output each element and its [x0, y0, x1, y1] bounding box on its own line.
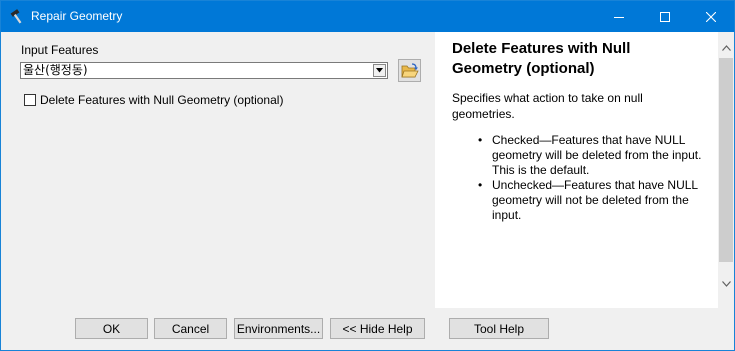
scroll-up-icon[interactable] [718, 42, 734, 54]
repair-geometry-dialog: Repair Geometry Input Features 울산(행정동) D… [0, 0, 735, 351]
list-item: • Unchecked—Features that have NULL geome… [478, 178, 698, 222]
input-features-value: 울산(행정동) [23, 63, 88, 77]
input-features-combobox[interactable]: 울산(행정동) [20, 62, 388, 79]
minimize-icon [614, 16, 624, 18]
help-pane: Delete Features with Null Geometry (opti… [435, 32, 718, 308]
close-icon [706, 11, 716, 22]
help-title: Delete Features with Null Geometry (opti… [452, 40, 631, 77]
help-item-checked: Checked—Features that have NULL geometry… [492, 133, 702, 177]
maximize-icon [660, 11, 670, 22]
hammer-icon [9, 8, 25, 24]
delete-null-label[interactable]: Delete Features with Null Geometry (opti… [40, 93, 283, 107]
button-bar: OK Cancel Environments... << Hide Help T… [1, 308, 734, 350]
input-features-label: Input Features [21, 43, 99, 57]
open-folder-icon [400, 62, 419, 77]
scroll-down-icon[interactable] [718, 278, 734, 290]
help-scrollbar[interactable] [718, 32, 734, 308]
list-item: • Checked—Features that have NULL geometr… [478, 133, 702, 177]
window-title: Repair Geometry [31, 9, 123, 23]
environments-button[interactable]: Environments... [234, 318, 323, 339]
help-list: • Checked—Features that have NULL geometr… [475, 133, 705, 223]
scroll-thumb[interactable] [719, 58, 733, 262]
title-bar[interactable]: Repair Geometry [1, 1, 734, 32]
chevron-down-icon[interactable] [373, 64, 386, 77]
delete-null-checkbox[interactable] [24, 94, 36, 106]
tool-help-button[interactable]: Tool Help [449, 318, 549, 339]
ok-button[interactable]: OK [75, 318, 148, 339]
minimize-button[interactable] [596, 1, 642, 32]
maximize-button[interactable] [642, 1, 688, 32]
parameters-pane: Input Features 울산(행정동) Delete Features w… [1, 32, 435, 308]
browse-button[interactable] [398, 59, 421, 82]
help-item-unchecked: Unchecked—Features that have NULL geomet… [492, 178, 698, 222]
cancel-button[interactable]: Cancel [154, 318, 227, 339]
close-button[interactable] [688, 1, 734, 32]
help-description: Specifies what action to take on null ge… [452, 91, 643, 121]
hide-help-button[interactable]: << Hide Help [330, 318, 425, 339]
